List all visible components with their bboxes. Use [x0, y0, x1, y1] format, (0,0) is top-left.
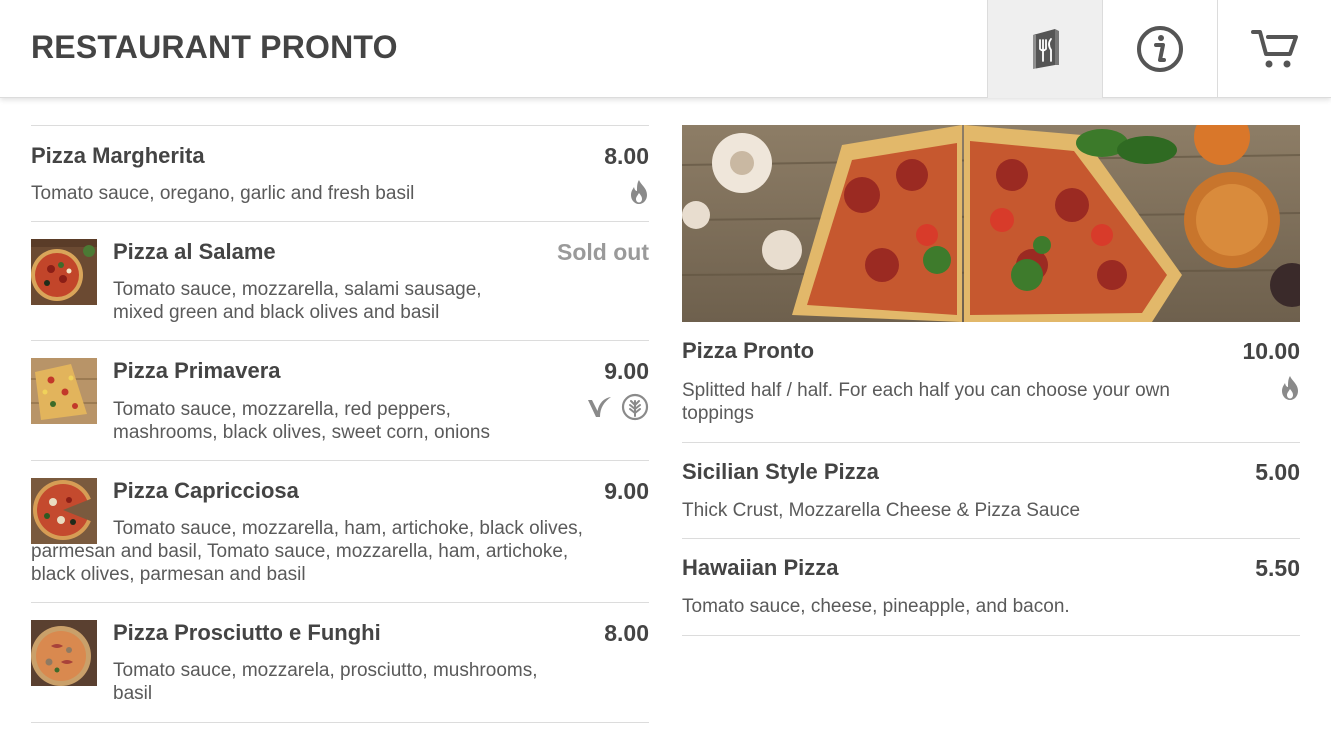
menu-item-name: Hawaiian Pizza — [682, 555, 839, 580]
menu-item-price: 9.00 — [604, 478, 649, 504]
menu-item-description: Tomato sauce, mozzarela, prosciutto, mus… — [113, 660, 538, 704]
menu-item-salame[interactable]: Pizza al Salame Sold out Tomato sauce, m… — [31, 221, 649, 340]
menu-item-description: Tomato sauce, mozzarella, red peppers, m… — [113, 399, 490, 443]
menu-item-description: Tomato sauce, oregano, garlic and fresh … — [31, 183, 415, 204]
spicy-icon — [1282, 376, 1298, 400]
menu-item-price: 5.50 — [1255, 555, 1300, 581]
vegan-icon — [588, 397, 611, 417]
spicy-icon — [631, 180, 647, 204]
menu-item-name: Sicilian Style Pizza — [682, 459, 879, 484]
menu-item-thumbnail — [31, 239, 97, 305]
menu-item-hawaiian[interactable]: Hawaiian Pizza 5.50 Tomato sauce, cheese… — [682, 538, 1300, 635]
menu-item-margherita[interactable]: Pizza Margherita 8.00 Tomato sauce, oreg… — [31, 125, 649, 221]
menu-item-price: 8.00 — [604, 620, 649, 646]
featured-pizza-image — [682, 125, 1300, 322]
menu-item-price: 10.00 — [1242, 338, 1300, 364]
menu-item-name: Pizza Primavera — [113, 358, 281, 383]
app-header: RESTAURANT PRONTO — [0, 0, 1331, 98]
list-divider — [682, 635, 1300, 636]
menu-item-tags — [629, 179, 649, 205]
menu-item-capricciosa[interactable]: Pizza Capricciosa 9.00 Tomato sauce, moz… — [31, 460, 649, 602]
menu-item-thumbnail — [31, 620, 97, 686]
cart-tab-button[interactable] — [1217, 0, 1331, 98]
menu-item-name: Pizza Prosciutto e Funghi — [113, 620, 381, 645]
menu-item-description: Tomato sauce, mozzarella, ham, artichoke… — [31, 518, 583, 585]
info-tab-button[interactable] — [1102, 0, 1217, 98]
menu-item-thumbnail — [31, 358, 97, 424]
restaurant-title: RESTAURANT PRONTO — [31, 29, 398, 65]
menu-item-pronto[interactable]: Pizza Pronto 10.00 Splitted half / half.… — [682, 322, 1300, 442]
menu-item-price: 5.00 — [1255, 459, 1300, 485]
info-icon — [1137, 26, 1183, 72]
menu-item-sicilian[interactable]: Sicilian Style Pizza 5.00 Thick Crust, M… — [682, 442, 1300, 538]
menu-tab-button[interactable] — [987, 0, 1102, 98]
menu-item-description: Tomato sauce, mozzarella, salami sausage… — [113, 279, 482, 323]
menu-item-tags — [1280, 375, 1300, 401]
menu-item-description: Thick Crust, Mozzarella Cheese & Pizza S… — [682, 500, 1081, 521]
menu-item-name: Pizza Capricciosa — [113, 478, 299, 503]
list-divider — [31, 722, 649, 723]
cart-icon — [1250, 30, 1298, 68]
menu-item-price: Sold out — [557, 239, 649, 265]
menu-item-description: Tomato sauce, cheese, pineapple, and bac… — [682, 596, 1070, 617]
menu-item-primavera[interactable]: Pizza Primavera 9.00 Tomato sauce, mozza… — [31, 340, 649, 460]
menu-item-name: Pizza Pronto — [682, 338, 815, 363]
menu-book-icon — [1033, 29, 1059, 69]
menu-item-name: Pizza al Salame — [113, 239, 276, 264]
vegetarian-icon — [621, 393, 649, 421]
menu-item-prosciutto-funghi[interactable]: Pizza Prosciutto e Funghi 8.00 Tomato sa… — [31, 602, 649, 722]
menu-item-description: Splitted half / half. For each half you … — [682, 380, 1170, 424]
menu-item-name: Pizza Margherita — [31, 143, 205, 168]
menu-list-right: Pizza Pronto 10.00 Splitted half / half.… — [682, 322, 1300, 636]
menu-item-tags — [586, 393, 649, 421]
menu-item-price: 8.00 — [604, 143, 649, 169]
menu-item-price: 9.00 — [604, 358, 649, 384]
menu-list-left: Pizza Margherita 8.00 Tomato sauce, oreg… — [31, 125, 649, 723]
